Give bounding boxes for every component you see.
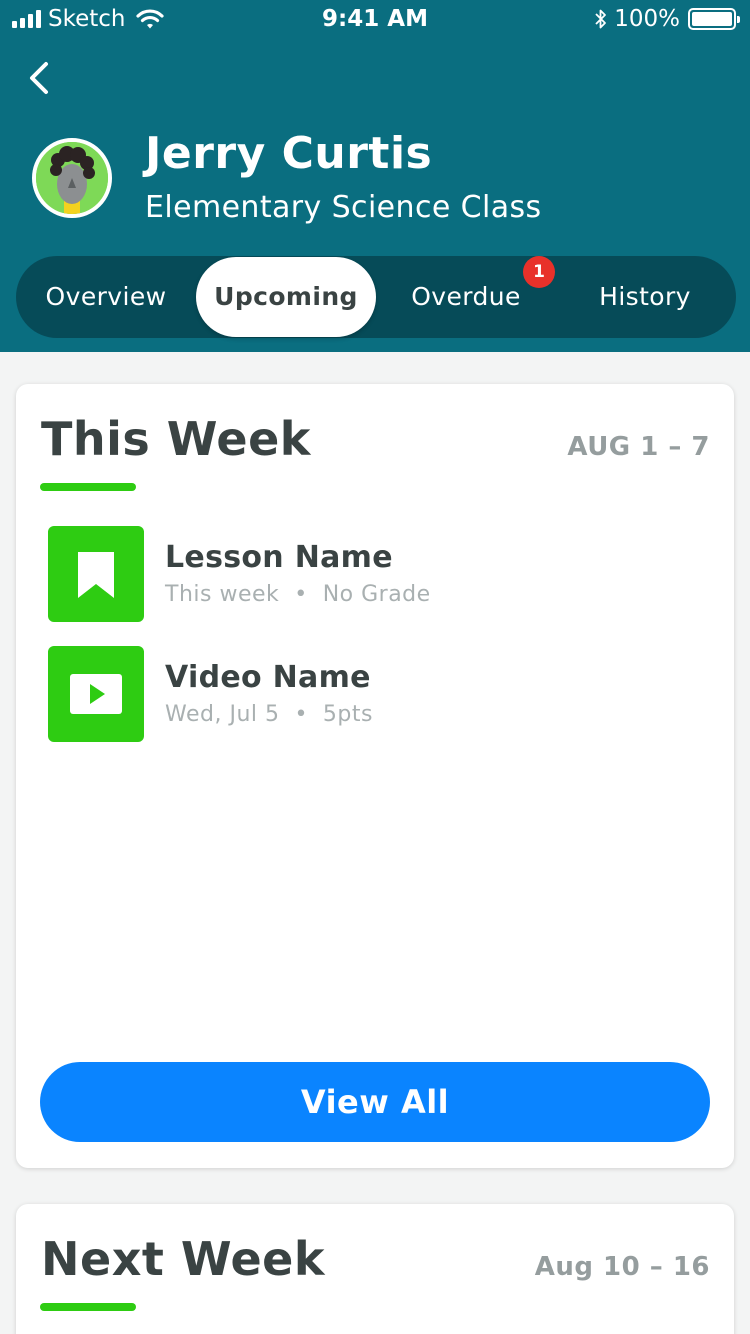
- title-underline: [40, 483, 136, 491]
- title-underline: [40, 1303, 136, 1311]
- bluetooth-icon: [595, 9, 607, 29]
- back-chevron-icon[interactable]: [24, 60, 60, 96]
- this-week-range: AUG 1 – 7: [567, 432, 710, 462]
- video-meta: Wed, Jul 5 • 5pts: [165, 702, 373, 727]
- tab-bar: Overview Upcoming Overdue History: [16, 256, 736, 338]
- avatar-illustration: [36, 142, 108, 214]
- battery-icon: [688, 8, 740, 30]
- status-right: 100%: [594, 6, 740, 32]
- next-week-range: Aug 10 – 16: [534, 1252, 710, 1282]
- this-week-card: This Week AUG 1 – 7 Lesson Name This wee…: [16, 384, 734, 1168]
- student-name: Jerry Curtis: [145, 128, 433, 179]
- tab-upcoming[interactable]: Upcoming: [196, 257, 376, 337]
- next-week-card: Next Week Aug 10 – 16: [16, 1204, 734, 1334]
- view-all-button[interactable]: View All: [40, 1062, 710, 1142]
- class-name: Elementary Science Class: [145, 190, 542, 225]
- battery-percent: 100%: [614, 6, 680, 32]
- this-week-title: This Week: [41, 412, 311, 466]
- list-item-video[interactable]: Video Name Wed, Jul 5 • 5pts: [48, 646, 648, 742]
- status-bar: Sketch 9:41 AM 100%: [0, 0, 750, 40]
- lesson-title: Lesson Name: [165, 540, 393, 575]
- video-title: Video Name: [165, 660, 371, 695]
- video-play-icon: [48, 646, 144, 742]
- tab-history[interactable]: History: [556, 256, 734, 338]
- avatar: [32, 138, 112, 218]
- lesson-meta: This week • No Grade: [165, 582, 431, 607]
- overdue-badge: 1: [523, 256, 555, 288]
- tab-overview[interactable]: Overview: [22, 256, 190, 338]
- next-week-title: Next Week: [41, 1232, 325, 1286]
- list-item-lesson[interactable]: Lesson Name This week • No Grade: [48, 526, 648, 622]
- bookmark-icon: [48, 526, 144, 622]
